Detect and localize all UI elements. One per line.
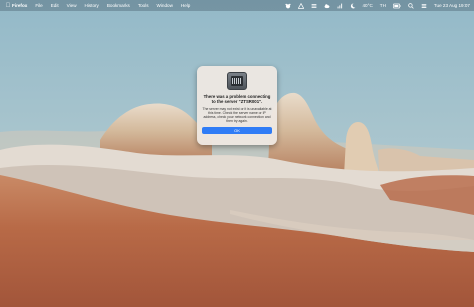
bear-icon[interactable]: [284, 3, 291, 9]
wallpaper-landscape: [0, 0, 474, 307]
menu-app-name[interactable]: Firefox: [12, 3, 27, 8]
clock-text[interactable]: Tue 23 Aug 19:07: [434, 3, 470, 8]
temperature-text[interactable]: 40°C: [363, 3, 373, 8]
connection-error-dialog: There was a problem connecting to the se…: [197, 66, 277, 145]
cloud-icon[interactable]: [324, 3, 330, 9]
desktop-wallpaper: [0, 0, 474, 307]
dialog-message: The server may not exist or it is unavai…: [202, 107, 272, 124]
menu-window[interactable]: Window: [157, 3, 173, 8]
menu-edit[interactable]: Edit: [51, 3, 59, 8]
stack-icon[interactable]: [311, 3, 317, 9]
server-icon: [227, 72, 247, 90]
menu-bar-status: 40°C TH Tue 23 Aug 19:07: [278, 2, 470, 9]
menu-bookmarks[interactable]: Bookmarks: [107, 3, 130, 8]
input-source[interactable]: TH: [380, 3, 386, 8]
bars-icon[interactable]: [337, 3, 343, 9]
ok-button[interactable]: OK: [202, 127, 272, 135]
battery-icon[interactable]: [392, 3, 401, 9]
control-center-icon[interactable]: [421, 3, 427, 9]
triangle-icon[interactable]: [297, 2, 304, 9]
search-icon[interactable]: [408, 2, 414, 9]
menu-file[interactable]: File: [35, 3, 42, 8]
menu-view[interactable]: View: [67, 3, 77, 8]
menu-bar:  Firefox File Edit View History Bookmar…: [0, 0, 474, 11]
moon-icon[interactable]: [350, 3, 356, 9]
menu-tools[interactable]: Tools: [138, 3, 149, 8]
menu-help[interactable]: Help: [181, 3, 190, 8]
menu-history[interactable]: History: [85, 3, 99, 8]
apple-icon[interactable]: : [4, 3, 12, 9]
dialog-title: There was a problem connecting to the se…: [203, 94, 271, 104]
